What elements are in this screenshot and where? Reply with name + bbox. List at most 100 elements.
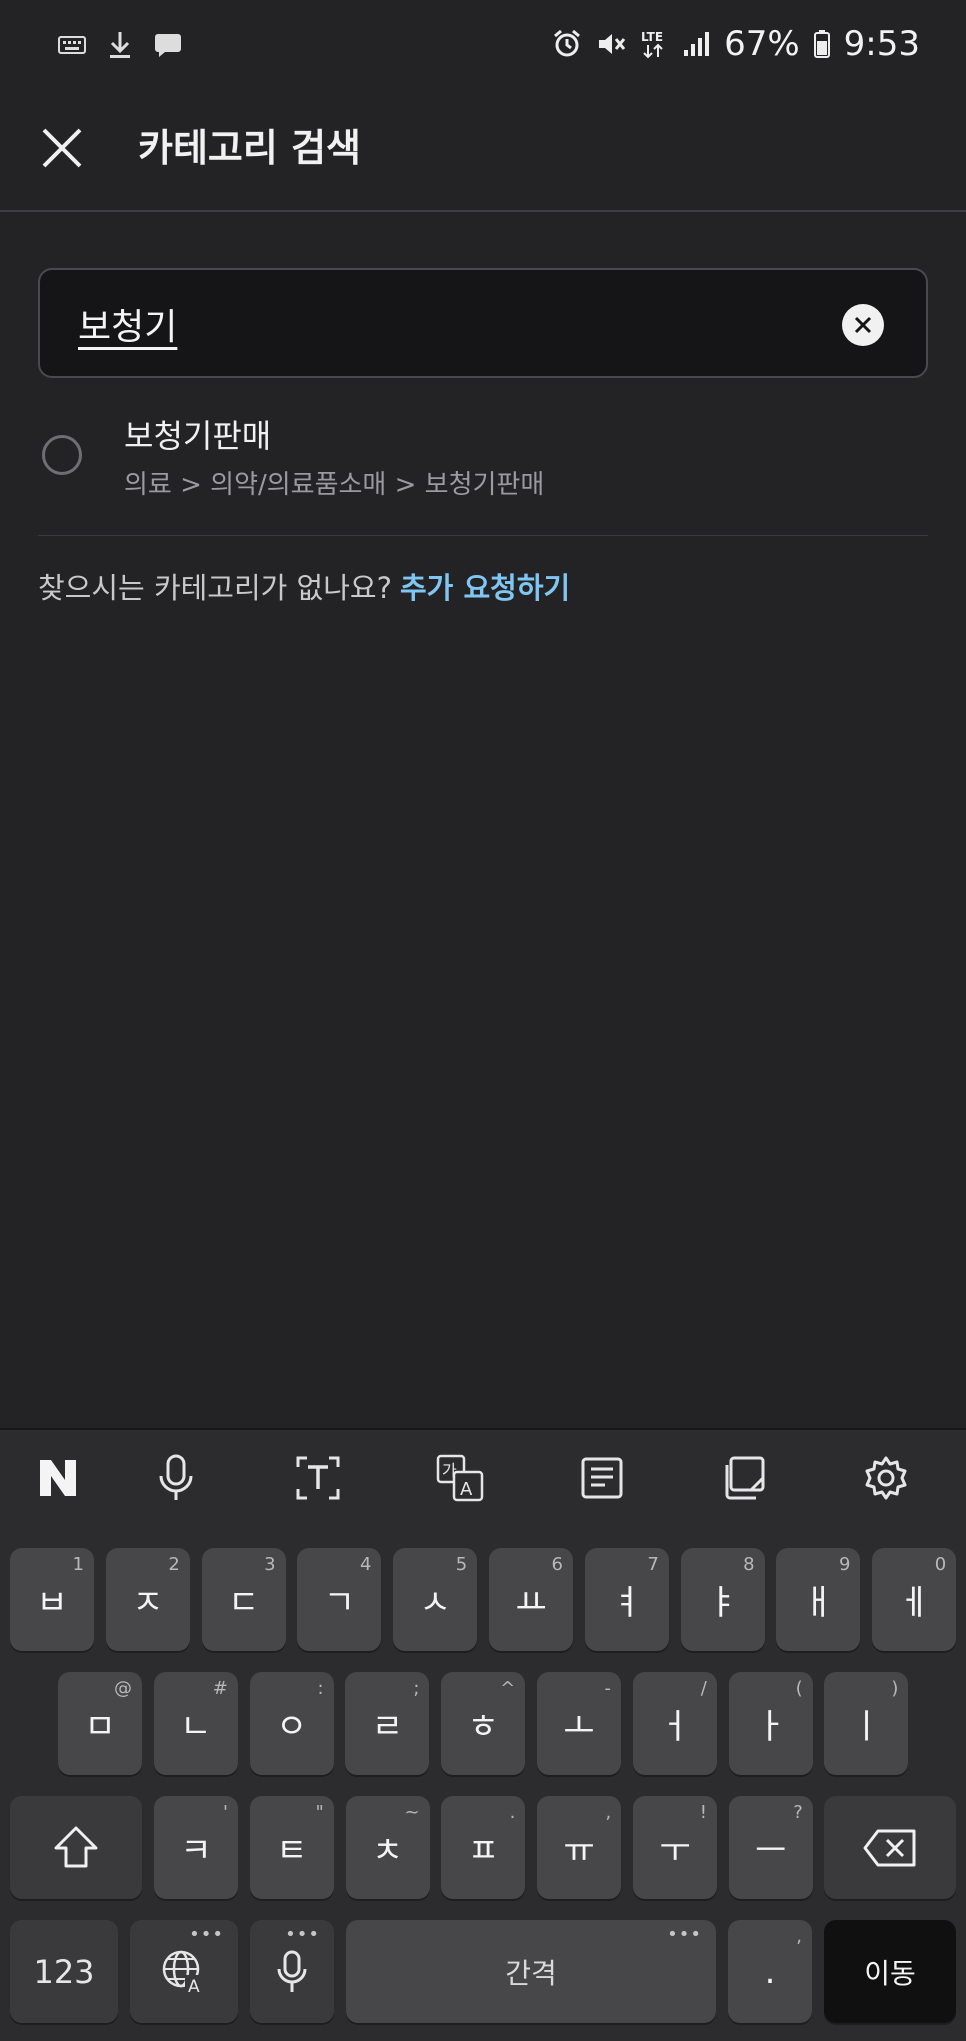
translate-icon: 가A <box>436 1454 484 1502</box>
key-label: ㅑ <box>706 1583 739 1623</box>
shift-icon <box>54 1826 98 1867</box>
go-key[interactable]: 이동 <box>824 1920 956 2023</box>
clock: 9:53 <box>843 24 920 64</box>
request-category-link[interactable]: 추가 요청하기 <box>400 571 570 605</box>
key-row2-8[interactable]: ) ㅣ <box>824 1672 909 1775</box>
notes-button[interactable] <box>576 1452 628 1504</box>
space-key-label: 간격 <box>505 1956 557 1990</box>
key-row2-2[interactable]: :ㅇ <box>249 1672 334 1775</box>
key-row2-1[interactable]: # ㄴ <box>153 1672 238 1775</box>
mic-icon <box>277 1950 307 1992</box>
key-row2-6[interactable]: / ㅓ <box>632 1672 717 1775</box>
status-bar: LTE 67% 9:53 <box>0 0 966 98</box>
space-key[interactable]: ••• 간격 <box>346 1920 716 2023</box>
category-result-item[interactable]: 보청기판매 의료 > 의약/의료품소매 > 보청기판매 <box>38 405 928 536</box>
svg-text:A: A <box>188 1977 200 1995</box>
keyboard-settings-button[interactable] <box>860 1452 912 1504</box>
key-row2-5[interactable]: -ㅗ <box>537 1672 621 1775</box>
key-label: ㅊ <box>371 1831 404 1871</box>
key-row1-8[interactable]: 9ㅐ <box>776 1548 861 1651</box>
key-row1-2[interactable]: 3ㄷ <box>201 1548 286 1651</box>
category-name: 보청기판매 <box>124 417 272 455</box>
close-button[interactable] <box>36 122 88 174</box>
key-label: ㄱ <box>323 1583 356 1623</box>
key-row3-4[interactable]: ,ㅠ <box>537 1796 622 1899</box>
key-row3-3[interactable]: .ㅍ <box>441 1796 526 1899</box>
download-icon <box>108 30 132 60</box>
language-key[interactable]: ••• A <box>130 1920 238 2023</box>
request-question: 찾으시는 카테고리가 없나요? <box>38 571 392 605</box>
key-label: ㅈ <box>132 1583 164 1623</box>
key-label: ㅛ <box>515 1583 547 1623</box>
backspace-icon <box>863 1829 916 1866</box>
keyboard: 가A 1ㅂ2ㅈ3ㄷ4ㄱ5ㅅ6ㅛ7ㅕ8ㅑ9ㅐ0ㅔ @ ㅁ # ㄴ: ㅇ; ㄹ ^ ㅎ - ㅗ / ㅓ(ㅏ… <box>0 1428 966 2041</box>
period-key[interactable]: , . <box>728 1920 812 2023</box>
key-hint: # <box>212 1678 228 1699</box>
key-row2-7[interactable]: (ㅏ <box>728 1672 813 1775</box>
key-row2-3[interactable]: ; ㄹ <box>345 1672 430 1775</box>
key-label: ㅔ <box>898 1583 930 1623</box>
svg-text:LTE: LTE <box>641 30 663 44</box>
voice-input-button[interactable] <box>150 1452 202 1504</box>
key-hint: ? <box>793 1802 803 1823</box>
message-icon <box>154 31 182 59</box>
key-label: ㅌ <box>276 1831 308 1871</box>
status-notifications <box>58 30 182 60</box>
alarm-icon <box>552 29 582 59</box>
key-label: ㅎ <box>467 1707 499 1747</box>
key-row3-1[interactable]: " ㅌ <box>249 1796 334 1899</box>
key-row1-7[interactable]: 8ㅑ <box>680 1548 765 1651</box>
key-hint: @ <box>114 1678 132 1699</box>
voice-key[interactable]: ••• <box>250 1920 334 2023</box>
key-hint: 3 <box>264 1554 276 1575</box>
key-hint: 1 <box>72 1554 84 1575</box>
key-row1-4[interactable]: 5ㅅ <box>393 1548 478 1651</box>
key-hint: 0 <box>934 1554 947 1575</box>
key-row3-0[interactable]: ' ㅋ <box>154 1796 238 1899</box>
shift-key[interactable] <box>10 1796 142 1899</box>
key-hint: 4 <box>359 1554 372 1575</box>
key-row1-9[interactable]: 0ㅔ <box>872 1548 957 1651</box>
period-key-hint: , <box>796 1926 802 1947</box>
key-label: ㅐ <box>802 1583 835 1623</box>
key-row3-2[interactable]: ~ ㅊ <box>345 1796 430 1899</box>
key-hint: ! <box>699 1802 707 1823</box>
backspace-key[interactable] <box>824 1796 956 1899</box>
key-hint: : <box>317 1678 324 1699</box>
key-row1-0[interactable]: 1ㅂ <box>10 1548 94 1651</box>
key-label: ㅍ <box>467 1831 500 1871</box>
translate-button[interactable]: 가A <box>434 1452 486 1504</box>
key-row2-4[interactable]: ^ ㅎ <box>441 1672 526 1775</box>
key-label: ㅋ <box>180 1831 212 1871</box>
key-row1-3[interactable]: 4ㄱ <box>297 1548 382 1651</box>
key-label: ㅓ <box>659 1707 691 1747</box>
category-radio[interactable] <box>42 435 82 475</box>
key-label: ㅏ <box>754 1707 787 1747</box>
key-row1-1[interactable]: 2ㅈ <box>105 1548 190 1651</box>
search-input[interactable] <box>78 292 838 356</box>
battery-percent: 67% <box>724 24 800 64</box>
text-edit-button[interactable] <box>292 1452 344 1504</box>
clipboard-button[interactable] <box>718 1452 770 1504</box>
key-hint: , <box>605 1802 612 1823</box>
key-hint: 9 <box>838 1554 851 1575</box>
key-hint: ~ <box>404 1802 420 1823</box>
key-hint: 2 <box>168 1554 180 1575</box>
clear-search-button[interactable] <box>842 304 884 346</box>
key-row1-6[interactable]: 7ㅕ <box>584 1548 669 1651</box>
naver-button[interactable] <box>32 1452 84 1504</box>
numbers-key[interactable]: 123 <box>10 1920 118 2023</box>
gear-icon <box>865 1456 907 1500</box>
key-row1-5[interactable]: 6ㅛ <box>489 1548 573 1651</box>
key-row3-5[interactable]: ! ㅜ <box>633 1796 717 1899</box>
search-box <box>38 268 928 378</box>
mic-icon <box>159 1454 193 1500</box>
language-key-dots: ••• <box>189 1924 224 1945</box>
key-label: ㅅ <box>419 1583 451 1623</box>
key-hint: ( <box>795 1678 803 1699</box>
clear-icon <box>854 316 872 334</box>
voice-key-dots: ••• <box>285 1924 320 1945</box>
key-label: ㅗ <box>563 1707 595 1747</box>
key-row3-6[interactable]: ? ㅡ <box>728 1796 813 1899</box>
key-row2-0[interactable]: @ ㅁ <box>58 1672 142 1775</box>
